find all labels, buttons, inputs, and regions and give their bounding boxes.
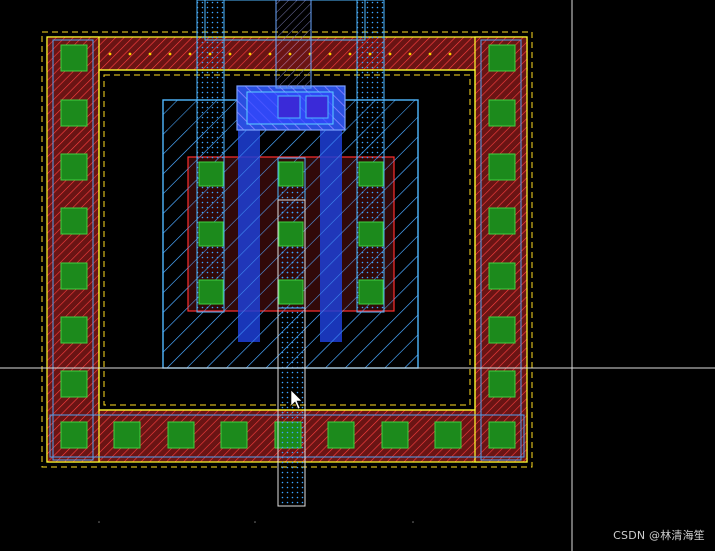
contact-square [488, 262, 516, 290]
well-dot [348, 52, 352, 56]
contact-square [488, 421, 516, 449]
contact-square [220, 421, 248, 449]
contact-square [60, 370, 88, 398]
contact-square [198, 221, 224, 247]
contact-square [327, 421, 355, 449]
well-dot [188, 52, 192, 56]
contact-square [358, 279, 384, 305]
contact-square [381, 421, 409, 449]
well-dot [248, 52, 252, 56]
contact-square [488, 99, 516, 127]
well-dot [268, 52, 272, 56]
well-dot [388, 52, 392, 56]
grid-dot [412, 521, 414, 523]
contact-square [167, 421, 195, 449]
watermark-text: CSDN @林清海笙 [613, 529, 705, 542]
contact-square [60, 99, 88, 127]
contact-square [434, 421, 462, 449]
well-dot [408, 52, 412, 56]
contact-square [488, 370, 516, 398]
contact-square [60, 207, 88, 235]
contact-square [60, 316, 88, 344]
grid-dot [254, 521, 256, 523]
contact-square [278, 221, 304, 247]
well-dot [428, 52, 432, 56]
well-dot [168, 52, 172, 56]
well-dot [108, 52, 112, 56]
contact-square [488, 316, 516, 344]
contact-square [488, 44, 516, 72]
contact-square [488, 153, 516, 181]
layout-canvas[interactable] [0, 0, 715, 551]
contact-square [358, 221, 384, 247]
poly-contact [277, 95, 301, 119]
contact-square [488, 207, 516, 235]
contact-square [198, 279, 224, 305]
metal1-source-left[interactable] [196, 0, 225, 313]
metal1-source-right[interactable] [356, 0, 385, 313]
well-dot [328, 52, 332, 56]
contact-square [60, 421, 88, 449]
grid-dot [98, 521, 100, 523]
contact-square [278, 161, 304, 187]
contact-square [60, 153, 88, 181]
contact-square [113, 421, 141, 449]
well-dot [148, 52, 152, 56]
contact-square [358, 161, 384, 187]
well-dot [228, 52, 232, 56]
contact-square [278, 279, 304, 305]
well-dot [448, 52, 452, 56]
poly-contact [305, 95, 329, 119]
contact-square [198, 161, 224, 187]
well-dot [128, 52, 132, 56]
contact-square [60, 44, 88, 72]
contact-square [60, 262, 88, 290]
poly-feed [275, 0, 312, 89]
